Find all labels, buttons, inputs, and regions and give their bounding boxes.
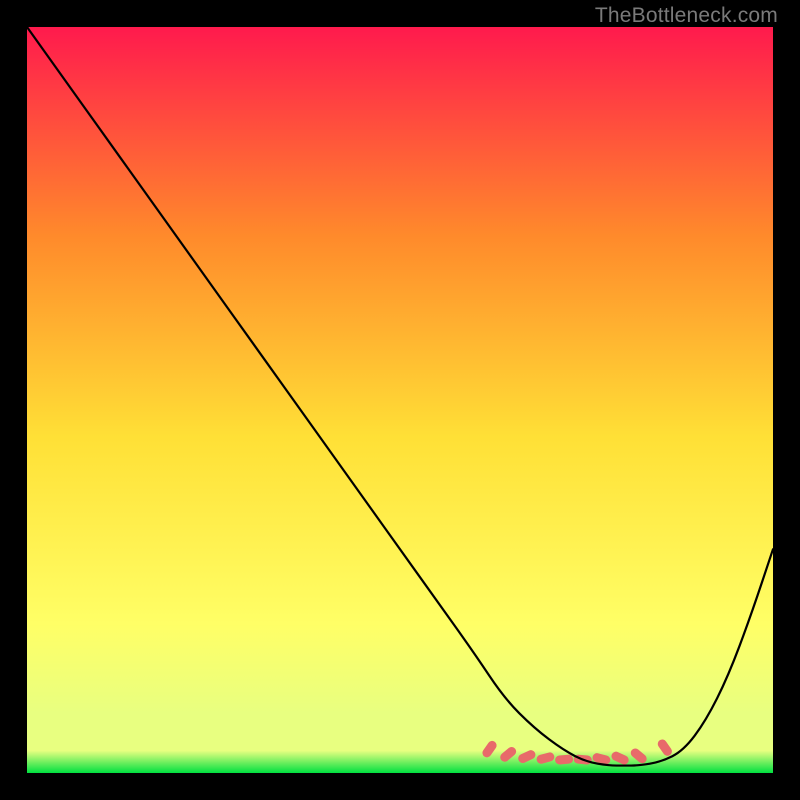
gradient-background [27,27,773,773]
chart-frame: TheBottleneck.com [0,0,800,800]
plot-area [27,27,773,773]
watermark-text: TheBottleneck.com [595,4,778,28]
chart-svg [27,27,773,773]
